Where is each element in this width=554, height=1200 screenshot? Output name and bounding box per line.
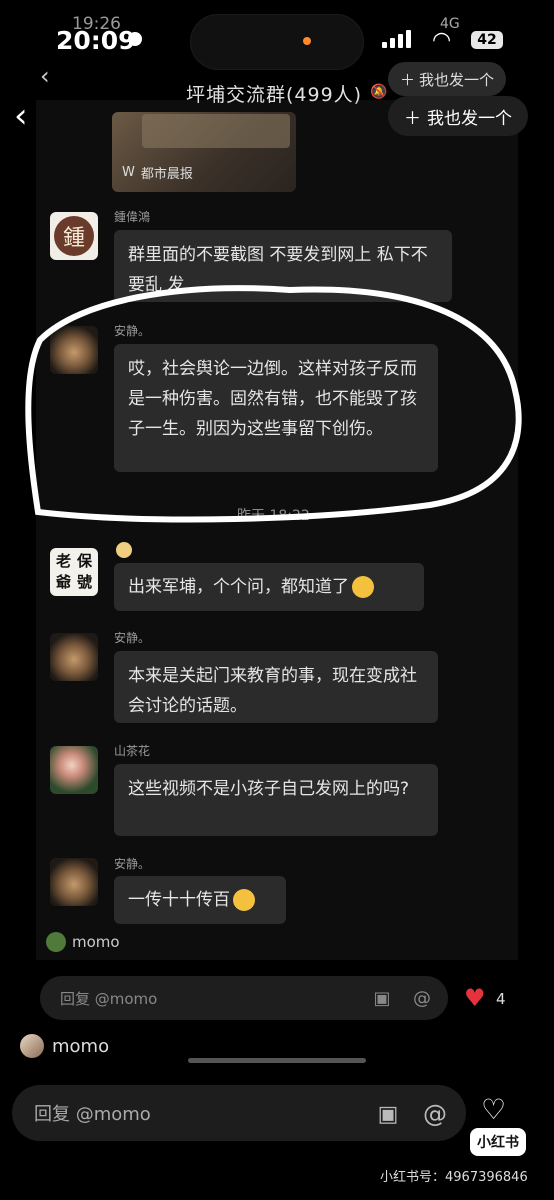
mention-icon[interactable]: @ xyxy=(420,1100,450,1128)
annotation-circle xyxy=(25,285,522,523)
image-icon: ▣ xyxy=(373,987,391,1009)
avatar xyxy=(20,1034,44,1058)
xiaohongshu-logo: 小红书 xyxy=(470,1128,526,1156)
mention-icon: @ xyxy=(413,987,431,1009)
like-count: 4 xyxy=(496,990,506,1008)
avatar xyxy=(46,932,66,952)
like-heart-icon[interactable]: ♡ xyxy=(481,1096,506,1124)
watermark-id: 小红书号：4967396846 xyxy=(380,1170,528,1185)
inner-comment-user: momo xyxy=(46,932,120,952)
image-icon[interactable]: ▣ xyxy=(374,1100,402,1128)
comment-user[interactable]: momo xyxy=(20,1034,109,1058)
home-indicator xyxy=(188,1058,366,1063)
like-heart-icon: ♥ xyxy=(464,984,486,1012)
